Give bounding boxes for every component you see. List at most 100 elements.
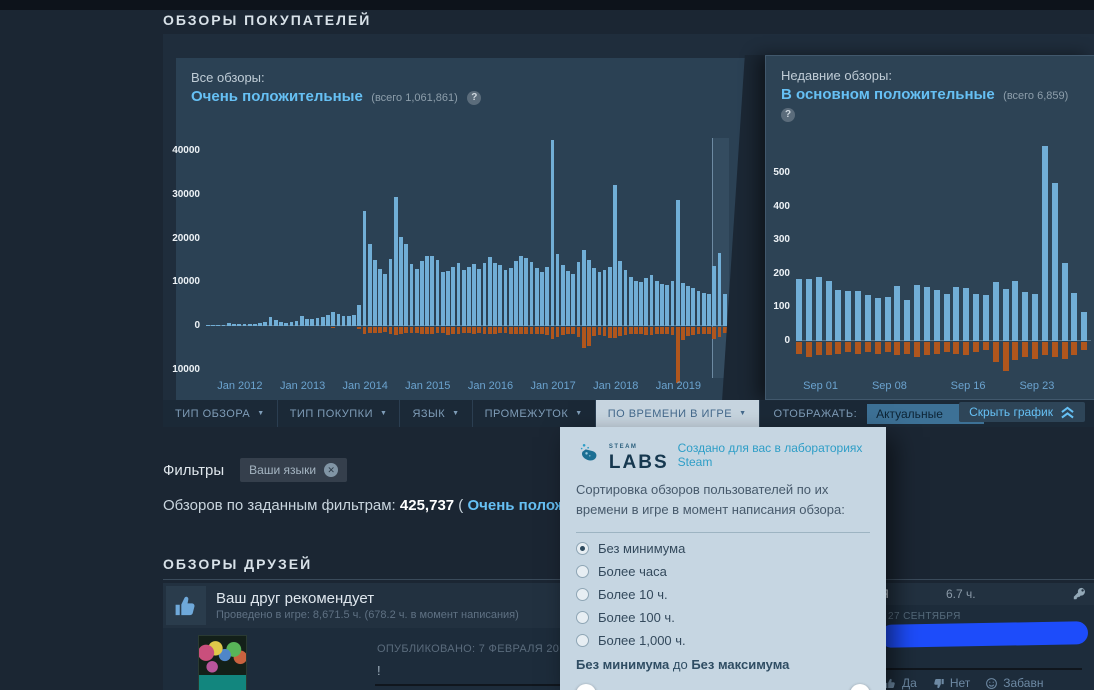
playtime-option-0[interactable]: Без минимума [576, 541, 870, 556]
filter-tab-date-range[interactable]: ПРОМЕЖУТОК ▼ [473, 400, 596, 427]
playtime-option-1[interactable]: Более часа [576, 564, 870, 579]
review-bar-positive [592, 268, 597, 326]
review-bar-positive [571, 273, 576, 326]
review-bar-positive [1051, 183, 1058, 341]
review-bar-positive [696, 290, 701, 326]
playtime-option-4[interactable]: Более 1,000 ч. [576, 633, 870, 648]
y-tick-label: 400 [773, 200, 790, 212]
review-bar-positive [654, 280, 659, 326]
y-tick-label: 500 [773, 166, 790, 178]
x-tick-label: Jan 2015 [405, 380, 451, 392]
slider-handle-max[interactable] [850, 684, 870, 690]
friend-avatar[interactable] [198, 635, 247, 690]
help-icon[interactable]: ? [467, 91, 482, 105]
review-bar-positive [874, 297, 881, 341]
review-bar-negative [675, 327, 680, 383]
helpful-button-нет[interactable]: Нет [932, 676, 970, 690]
labs-note-link[interactable]: Создано для вас в лабораториях Steam [678, 441, 870, 469]
filter-tab-playtime[interactable]: ПО ВРЕМЕНИ В ИГРЕ ▼ [595, 400, 760, 427]
review-bar-positive [707, 294, 711, 326]
review-bar-negative [722, 327, 727, 333]
review-bar-negative [373, 327, 377, 334]
chevron-down-icon: ▼ [380, 410, 388, 417]
side-review-playtime: 6.7 ч. [946, 587, 976, 601]
review-bar-positive [686, 285, 690, 326]
review-bar-negative [691, 327, 696, 335]
playtime-option-3[interactable]: Более 100 ч. [576, 610, 870, 625]
review-bar-positive [493, 263, 497, 326]
review-bar-positive [352, 314, 356, 326]
x-tick-label: Jan 2016 [467, 380, 514, 392]
help-icon[interactable]: ? [781, 108, 795, 122]
review-bar-positive [796, 278, 803, 341]
review-bar-positive [252, 324, 257, 326]
review-bar-negative [592, 327, 597, 337]
playtime-option-label: Более 10 ч. [598, 587, 668, 602]
friend-review-posted: ОПУБЛИКОВАНО: 7 ФЕВРАЛЯ 2013 [377, 643, 573, 655]
radio-button-icon[interactable] [576, 588, 589, 601]
helpful-button-label: Нет [949, 676, 971, 690]
filter-tag-your-languages[interactable]: Ваши языки ✕ [240, 458, 348, 482]
playtime-range-slider[interactable] [576, 684, 870, 690]
review-bar-negative [393, 327, 398, 335]
review-bar-negative [545, 327, 550, 335]
review-bar-negative [933, 342, 940, 354]
review-bar-positive [435, 260, 440, 326]
review-bar-positive [982, 295, 989, 341]
hide-graph-button[interactable]: Скрыть график [959, 402, 1085, 422]
review-bar-negative [982, 342, 989, 351]
radio-button-icon[interactable] [576, 542, 589, 555]
filter-tab-purchase-type[interactable]: ТИП ПОКУПКИ ▼ [278, 400, 401, 427]
helpful-button-забавн[interactable]: Забавн [985, 676, 1043, 690]
x-tick-label: Jan 2014 [342, 380, 388, 392]
review-bar-positive [346, 315, 351, 326]
review-bar-negative [414, 327, 419, 333]
review-bar-positive [660, 283, 664, 326]
review-bar-positive [393, 196, 398, 326]
review-bar-positive [331, 311, 336, 326]
review-bar-negative [383, 327, 388, 333]
review-bar-negative [670, 327, 675, 335]
review-bar-negative [498, 327, 503, 334]
review-bar-positive [923, 287, 930, 341]
review-bar-positive [602, 269, 607, 326]
close-icon[interactable]: ✕ [324, 463, 339, 477]
playtime-options-list: Без минимума Более часа Более 10 ч. Более 1… [576, 541, 870, 648]
review-bar-positive [576, 262, 581, 326]
friend-review-body: ! [377, 663, 381, 678]
review-bar-positive [279, 322, 283, 326]
review-bar-negative [409, 327, 414, 333]
review-bar-negative [613, 327, 617, 339]
review-bar-positive [383, 274, 388, 326]
filter-tab-review-type[interactable]: ТИП ОБЗОРА ▼ [163, 400, 278, 427]
review-bar-positive [487, 256, 492, 326]
review-bar-positive [933, 289, 940, 341]
review-bar-positive [294, 321, 299, 326]
review-bar-positive [815, 277, 822, 341]
hide-graph-label: Скрыть график [969, 405, 1053, 419]
playtime-option-2[interactable]: Более 10 ч. [576, 587, 870, 602]
y-tick-label: 300 [773, 234, 790, 246]
filter-tab-label: ПО ВРЕМЕНИ В ИГРЕ [607, 407, 733, 420]
radio-button-icon[interactable] [576, 634, 589, 647]
filter-tab-language[interactable]: ЯЗЫК ▼ [400, 400, 473, 427]
review-bar-negative [953, 342, 960, 354]
radio-button-icon[interactable] [576, 565, 589, 578]
review-bar-positive [440, 272, 445, 326]
review-bar-positive [649, 275, 654, 326]
review-bar-positive [477, 269, 482, 326]
review-bar-positive [414, 268, 419, 326]
slider-handle-min[interactable] [576, 684, 596, 690]
friend-review-title: Ваш друг рекомендует [216, 590, 375, 607]
radio-button-icon[interactable] [576, 611, 589, 624]
playtime-dropdown: STEAM LABS Создано для вас в лабораториях… [560, 427, 886, 690]
review-bar-negative [618, 327, 623, 336]
review-bar-negative [571, 327, 576, 335]
review-bar-negative [874, 342, 881, 354]
helpful-button-да[interactable]: Да [884, 676, 917, 690]
review-bar-negative [404, 327, 409, 334]
filter-tab-label: ПРОМЕЖУТОК [484, 407, 569, 420]
review-bar-positive [216, 324, 221, 326]
playtime-dropdown-description: Сортировка обзоров пользователей по их в… [576, 482, 845, 517]
review-bar-positive [835, 289, 842, 341]
